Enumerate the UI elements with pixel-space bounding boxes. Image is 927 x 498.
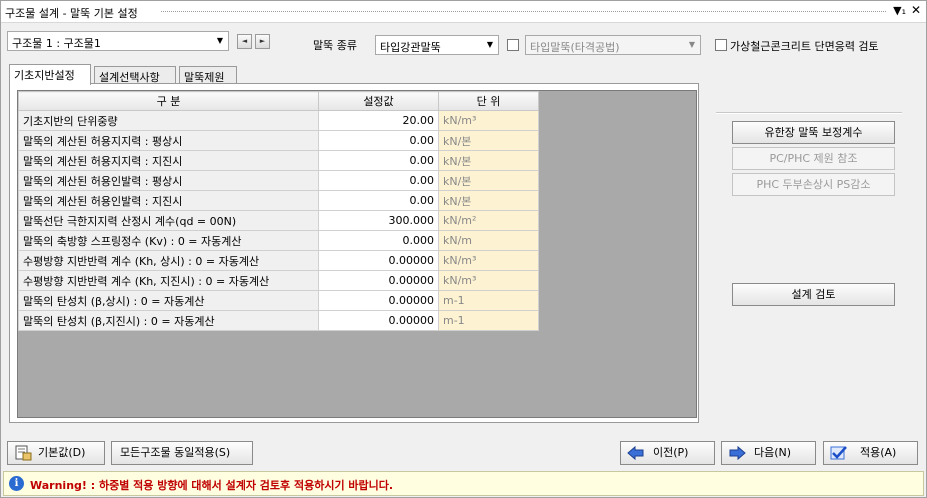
table-row: 말뚝의 계산된 허용지지력 : 평상시 0.00 kN/본 xyxy=(18,130,539,151)
row-value[interactable]: 20.00 xyxy=(318,110,439,131)
info-icon: i xyxy=(9,476,24,491)
pile-correction-button[interactable]: 유한장 말뚝 보정계수 xyxy=(732,121,895,144)
apply-button-label: 적용(A) xyxy=(860,446,897,459)
table-row: 말뚝선단 극한지지력 산정시 계수(qd = 00N) 300.000 kN/m² xyxy=(18,210,539,231)
structure-select[interactable]: 구조물 1 : 구조물1 ▼ xyxy=(7,31,229,51)
settings-grid: 구 분 설정값 단 위 기초지반의 단위중량 20.00 kN/m³ 말뚝의 계산된… xyxy=(17,90,697,418)
row-label: 말뚝의 탄성치 (β,지진시) : 0 = 자동계산 xyxy=(18,310,319,331)
design-check-button[interactable]: 설계 검토 xyxy=(732,283,895,306)
phc-ps-reduction-button[interactable]: PHC 두부손상시 PS감소 xyxy=(732,173,895,196)
chevron-down-icon: ▼ xyxy=(688,40,696,49)
table-row: 말뚝의 탄성치 (β,상시) : 0 = 자동계산 0.00000 m-1 xyxy=(18,290,539,311)
table-row: 말뚝의 탄성치 (β,지진시) : 0 = 자동계산 0.00000 m-1 xyxy=(18,310,539,331)
row-value[interactable]: 0.00 xyxy=(318,150,439,171)
row-value[interactable]: 0.00000 xyxy=(318,270,439,291)
row-value[interactable]: 0.00 xyxy=(318,190,439,211)
checkmark-icon xyxy=(830,445,848,461)
next-structure-button[interactable]: ► xyxy=(255,34,270,49)
table-row: 말뚝의 계산된 허용인발력 : 지진시 0.00 kN/본 xyxy=(18,190,539,211)
default-values-icon xyxy=(14,445,32,461)
title-bar: 구조물 설계 - 말뚝 기본 설정 ▼₁ ✕ xyxy=(1,1,926,23)
title-grip xyxy=(161,11,886,12)
method-select[interactable]: 타입말뚝(타격공법) ▼ xyxy=(525,35,701,55)
chevron-down-icon: ▼ xyxy=(216,36,224,45)
chevron-down-icon: ▼ xyxy=(486,40,494,49)
table-row: 말뚝의 축방향 스프링정수 (Kv) : 0 = 자동계산 0.000 kN/m xyxy=(18,230,539,251)
structure-select-value: 구조물 1 : 구조물1 xyxy=(12,37,101,50)
arrow-right-icon xyxy=(728,445,746,461)
row-unit: kN/m³ xyxy=(438,270,539,291)
row-value[interactable]: 0.00000 xyxy=(318,310,439,331)
table-row: 말뚝의 계산된 허용지지력 : 지진시 0.00 kN/본 xyxy=(18,150,539,171)
row-label: 기초지반의 단위중량 xyxy=(18,110,319,131)
prev-structure-button[interactable]: ◄ xyxy=(237,34,252,49)
phc-reference-button[interactable]: PC/PHC 제원 참조 xyxy=(732,147,895,170)
pile-type-label: 말뚝 종류 xyxy=(313,39,357,52)
row-unit: m-1 xyxy=(438,310,539,331)
row-value[interactable]: 0.00000 xyxy=(318,250,439,271)
tab-pile-specs[interactable]: 말뚝제원 xyxy=(179,66,237,84)
table-row: 수평방향 지반반력 계수 (Kh, 지진시) : 0 = 자동계산 0.00000… xyxy=(18,270,539,291)
arrow-left-icon xyxy=(627,445,645,461)
default-button-label: 기본값(D) xyxy=(38,446,86,459)
row-value[interactable]: 0.00000 xyxy=(318,290,439,311)
row-label: 말뚝의 계산된 허용인발력 : 평상시 xyxy=(18,170,319,191)
table-row: 말뚝의 계산된 허용인발력 : 평상시 0.00 kN/본 xyxy=(18,170,539,191)
row-value[interactable]: 0.000 xyxy=(318,230,439,251)
prev-button[interactable]: 이전(P) xyxy=(620,441,715,465)
next-button-label: 다음(N) xyxy=(754,446,792,459)
default-button[interactable]: 기본값(D) xyxy=(7,441,105,465)
row-label: 말뚝의 계산된 허용지지력 : 평상시 xyxy=(18,130,319,151)
settings-table: 구 분 설정값 단 위 기초지반의 단위중량 20.00 kN/m³ 말뚝의 계산된… xyxy=(18,91,539,331)
virtual-rc-label: 가상철근콘크리트 단면응력 검토 xyxy=(730,40,879,53)
separator xyxy=(716,112,902,114)
arrow-right-icon: ► xyxy=(259,37,266,45)
row-label: 말뚝선단 극한지지력 산정시 계수(qd = 00N) xyxy=(18,210,319,231)
row-value[interactable]: 0.00 xyxy=(318,130,439,151)
warning-text: Warning! : 하중별 적용 방향에 대해서 설계자 검토후 적용하시기 … xyxy=(30,479,394,492)
close-icon[interactable]: ✕ xyxy=(911,3,921,17)
next-button[interactable]: 다음(N) xyxy=(721,441,816,465)
row-label: 말뚝의 계산된 허용인발력 : 지진시 xyxy=(18,190,319,211)
tab-design-options[interactable]: 설계선택사항 xyxy=(94,66,176,84)
apply-all-structures-label: 모든구조물 동일적용(S) xyxy=(120,446,231,459)
row-value[interactable]: 300.000 xyxy=(318,210,439,231)
row-unit: kN/m xyxy=(438,230,539,251)
method-checkbox[interactable] xyxy=(507,39,519,51)
window-title: 구조물 설계 - 말뚝 기본 설정 xyxy=(5,7,138,20)
row-unit: kN/본 xyxy=(438,130,539,151)
virtual-rc-checkbox[interactable] xyxy=(715,39,727,51)
row-unit: kN/본 xyxy=(438,150,539,171)
warning-bar: i Warning! : 하중별 적용 방향에 대해서 설계자 검토후 적용하시… xyxy=(3,471,924,496)
row-unit: kN/본 xyxy=(438,190,539,211)
row-label: 수평방향 지반반력 계수 (Kh, 지진시) : 0 = 자동계산 xyxy=(18,270,319,291)
row-unit: kN/본 xyxy=(438,170,539,191)
row-label: 말뚝의 탄성치 (β,상시) : 0 = 자동계산 xyxy=(18,290,319,311)
row-unit: kN/m³ xyxy=(438,250,539,271)
method-select-value: 타입말뚝(타격공법) xyxy=(530,41,620,54)
apply-button[interactable]: 적용(A) xyxy=(823,441,918,465)
pile-type-select[interactable]: 타입강관말뚝 ▼ xyxy=(375,35,499,55)
header-category: 구 분 xyxy=(18,91,319,111)
table-row: 기초지반의 단위중량 20.00 kN/m³ xyxy=(18,110,539,131)
prev-button-label: 이전(P) xyxy=(653,446,689,459)
arrow-left-icon: ◄ xyxy=(241,37,248,45)
row-unit: kN/m³ xyxy=(438,110,539,131)
header-value: 설정값 xyxy=(318,91,439,111)
row-value[interactable]: 0.00 xyxy=(318,170,439,191)
row-label: 수평방향 지반반력 계수 (Kh, 상시) : 0 = 자동계산 xyxy=(18,250,319,271)
row-unit: m-1 xyxy=(438,290,539,311)
table-row: 수평방향 지반반력 계수 (Kh, 상시) : 0 = 자동계산 0.00000 k… xyxy=(18,250,539,271)
apply-all-structures-button[interactable]: 모든구조물 동일적용(S) xyxy=(111,441,253,465)
pile-type-value: 타입강관말뚝 xyxy=(380,41,441,54)
row-label: 말뚝의 축방향 스프링정수 (Kv) : 0 = 자동계산 xyxy=(18,230,319,251)
row-label: 말뚝의 계산된 허용지지력 : 지진시 xyxy=(18,150,319,171)
tab-foundation[interactable]: 기초지반설정 xyxy=(9,64,91,85)
dialog-window: 구조물 설계 - 말뚝 기본 설정 ▼₁ ✕ 구조물 1 : 구조물1 ▼ ◄ … xyxy=(0,0,927,498)
pin-icon[interactable]: ▼₁ xyxy=(893,4,906,17)
header-unit: 단 위 xyxy=(438,91,539,111)
row-unit: kN/m² xyxy=(438,210,539,231)
table-header-row: 구 분 설정값 단 위 xyxy=(18,91,539,111)
tab-panel: 구 분 설정값 단 위 기초지반의 단위중량 20.00 kN/m³ 말뚝의 계산된… xyxy=(9,83,699,423)
